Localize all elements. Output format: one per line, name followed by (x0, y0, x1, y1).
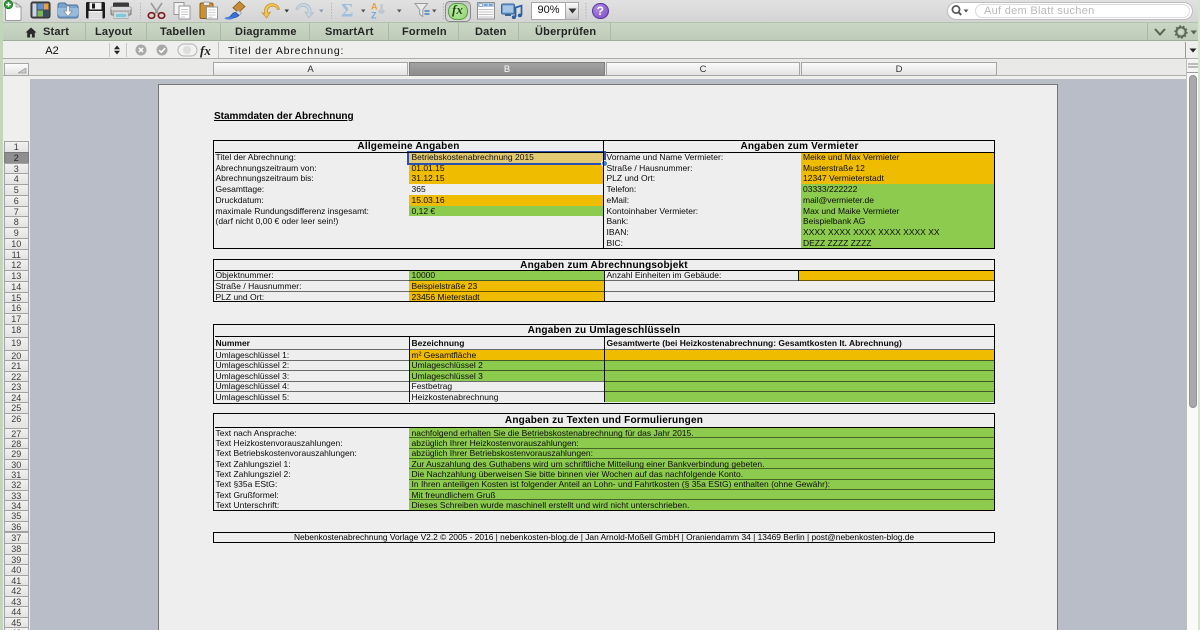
svg-text:Z: Z (371, 11, 377, 21)
svg-text:Σ: Σ (341, 1, 353, 22)
